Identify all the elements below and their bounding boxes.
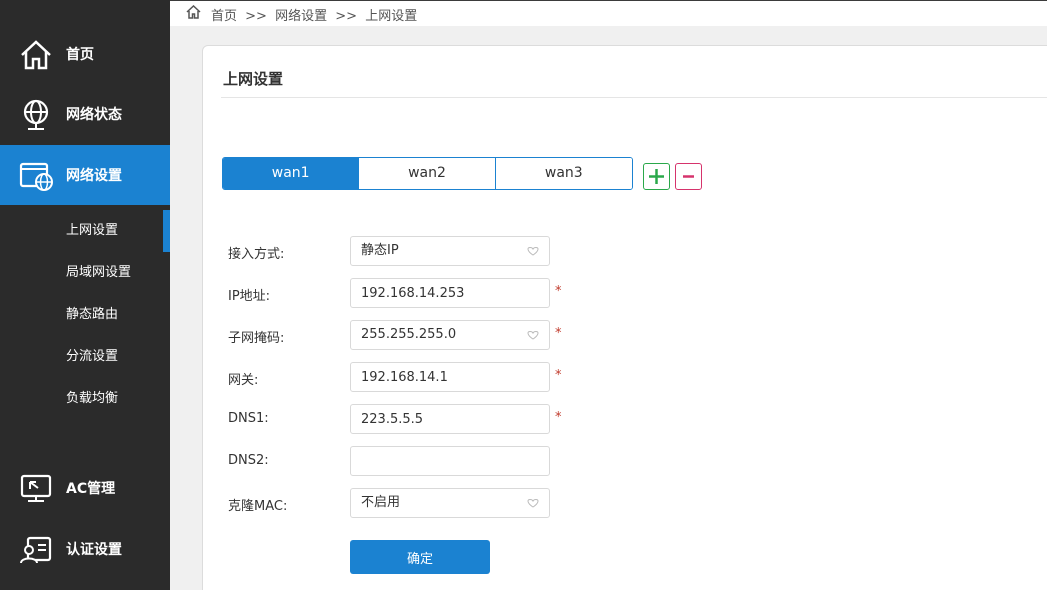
tab-wan2[interactable]: wan2: [359, 158, 496, 189]
ip-input[interactable]: [350, 278, 550, 308]
nav-home[interactable]: 首页: [0, 24, 170, 84]
remove-wan-button[interactable]: [675, 163, 702, 190]
sidebar-item-wan-settings[interactable]: 上网设置: [0, 210, 170, 252]
nav-ac-management[interactable]: AC管理: [0, 458, 170, 518]
gateway-input[interactable]: [350, 362, 550, 392]
required-mark: *: [555, 284, 562, 299]
ip-label: IP地址:: [228, 289, 271, 304]
breadcrumb-separator: >>: [245, 9, 267, 24]
chevron-down-icon: [527, 499, 539, 508]
sidebar-item-traffic-split[interactable]: 分流设置: [0, 336, 170, 378]
tab-wan3[interactable]: wan3: [495, 158, 632, 189]
nav-auth-settings-label: 认证设置: [66, 542, 122, 558]
required-mark: *: [555, 326, 562, 341]
breadcrumb: 首页 >> 网络设置 >> 上网设置: [211, 5, 421, 24]
nav-network-status-label: 网络状态: [66, 107, 122, 123]
nav-network-settings-label: 网络设置: [66, 168, 122, 184]
clone-mac-select[interactable]: 不启用: [350, 488, 550, 518]
breadcrumb-home[interactable]: 首页: [211, 9, 237, 24]
chevron-down-icon: [527, 247, 539, 256]
monitor-icon: [20, 474, 52, 502]
nav-network-status[interactable]: 网络状态: [0, 84, 170, 144]
clone-mac-value: 不启用: [361, 495, 401, 510]
nav-network-settings[interactable]: 网络设置: [0, 145, 170, 205]
access-mode-select[interactable]: 静态IP: [350, 236, 550, 266]
required-mark: *: [555, 410, 562, 425]
tab-wan1[interactable]: wan1: [223, 158, 360, 189]
nav-auth-settings[interactable]: 认证设置: [0, 519, 170, 579]
access-mode-label: 接入方式:: [228, 247, 285, 262]
mask-value: 255.255.255.0: [361, 327, 457, 342]
gateway-label: 网关:: [228, 373, 259, 388]
sidebar-item-lan-settings[interactable]: 局域网设置: [0, 252, 170, 294]
dns2-label: DNS2:: [228, 453, 269, 468]
required-mark: *: [555, 368, 562, 383]
dns2-input[interactable]: [350, 446, 550, 476]
plus-icon: [649, 169, 664, 184]
dns1-input[interactable]: [350, 404, 550, 434]
breadcrumb-current: 上网设置: [365, 9, 418, 24]
minus-icon: [683, 175, 694, 178]
breadcrumb-separator: >>: [335, 9, 358, 24]
wan-tabs: wan1 wan2 wan3: [222, 157, 633, 190]
access-mode-value: 静态IP: [361, 243, 399, 258]
settings-panel: 上网设置: [202, 45, 1047, 590]
breadcrumb-network-settings[interactable]: 网络设置: [275, 9, 327, 24]
sidebar-item-static-route[interactable]: 静态路由: [0, 294, 170, 336]
add-wan-button[interactable]: [643, 163, 670, 190]
home-icon: [21, 40, 51, 70]
mask-select[interactable]: 255.255.255.0: [350, 320, 550, 350]
globe-icon: [23, 99, 49, 130]
auth-icon: [20, 536, 52, 564]
mask-label: 子网掩码:: [228, 331, 285, 346]
sidebar-item-load-balance[interactable]: 负载均衡: [0, 378, 170, 420]
clone-mac-label: 克隆MAC:: [228, 499, 288, 514]
home-icon[interactable]: [186, 5, 201, 19]
chevron-down-icon: [527, 331, 539, 340]
nav-ac-management-label: AC管理: [66, 481, 116, 497]
network-settings-icon: [19, 162, 53, 191]
nav-home-label: 首页: [66, 47, 94, 63]
sidebar: 首页 网络状态 网络设置 上网设置 局域网设置 静态路由 分流设置 负载均衡 A…: [0, 0, 170, 590]
confirm-button[interactable]: 确定: [350, 540, 490, 574]
dns1-label: DNS1:: [228, 411, 269, 426]
page-title: 上网设置: [223, 70, 284, 88]
divider: [221, 97, 1047, 98]
